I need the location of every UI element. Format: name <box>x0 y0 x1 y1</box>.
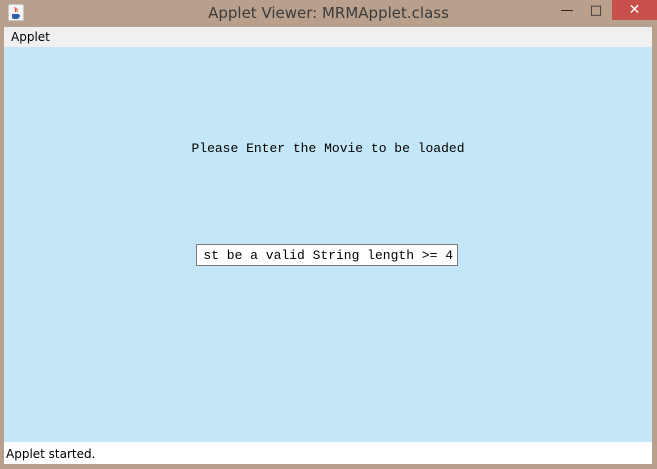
movie-input-value[interactable]: st be a valid String length >= 4 <box>203 248 453 263</box>
menu-applet[interactable]: Applet <box>11 30 50 44</box>
movie-input-field[interactable]: st be a valid String length >= 4 <box>196 244 458 266</box>
minimize-button[interactable]: — <box>552 0 582 20</box>
close-button[interactable]: ✕ <box>612 0 657 20</box>
movie-prompt-label: Please Enter the Movie to be loaded <box>4 141 652 156</box>
menu-bar: Applet <box>4 27 652 47</box>
prompt-text: Please Enter the Movie to be loaded <box>191 141 465 156</box>
status-text: Applet started. <box>6 447 96 461</box>
status-bar: Applet started. <box>4 442 652 464</box>
applet-viewer-window: Applet Viewer: MRMApplet.class — □ ✕ App… <box>0 0 657 469</box>
title-bar[interactable]: Applet Viewer: MRMApplet.class — □ ✕ <box>0 0 657 26</box>
maximize-button[interactable]: □ <box>582 0 610 20</box>
applet-panel: Please Enter the Movie to be loaded st b… <box>4 47 652 442</box>
